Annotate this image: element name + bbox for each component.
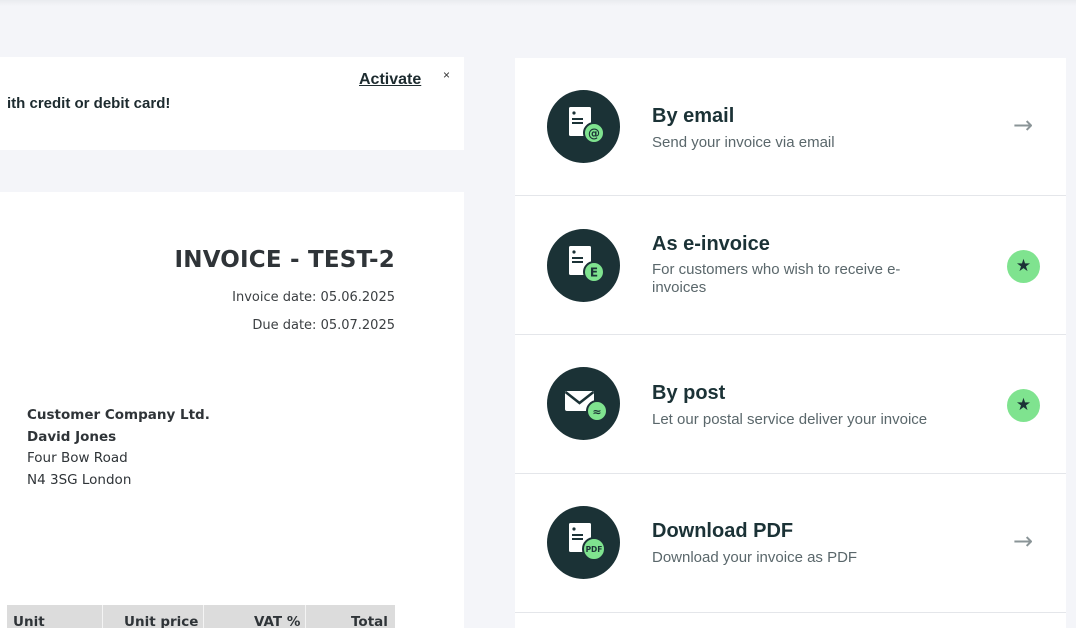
- option-badge-text: ≈: [592, 406, 601, 419]
- activate-link[interactable]: Activate: [359, 71, 421, 89]
- customer-address: Customer Company Ltd. David Jones Four B…: [27, 405, 210, 491]
- customer-contact: David Jones: [27, 428, 117, 445]
- star-badge-icon: ★: [1007, 250, 1040, 283]
- option-badge-text: E: [590, 266, 598, 280]
- column-divider: [203, 605, 204, 628]
- option-title: By post: [652, 382, 726, 404]
- pdf-document-icon: PDF: [547, 506, 620, 579]
- column-header-unit: Unit: [13, 614, 45, 628]
- customer-company: Customer Company Ltd.: [27, 407, 210, 423]
- banner-close-icon[interactable]: ×: [443, 68, 450, 82]
- send-options-panel: @ By email Send your invoice via email →…: [515, 58, 1066, 628]
- customer-city: N4 3SG London: [27, 471, 132, 488]
- envelope-icon: ≈: [547, 367, 620, 440]
- top-divider: [0, 0, 1076, 6]
- invoice-date: Invoice date: 05.06.2025: [232, 290, 395, 305]
- option-title: As e-invoice: [652, 233, 770, 255]
- column-header-total: Total: [351, 614, 388, 628]
- option-by-post[interactable]: ≈ By post Let our postal service deliver…: [515, 336, 1066, 474]
- option-badge-text: PDF: [586, 545, 603, 554]
- e-invoice-document-icon: E: [547, 229, 620, 302]
- option-description: Send your invoice via email: [652, 134, 835, 151]
- invoice-table-header: Unit Unit price VAT % Total: [7, 605, 395, 628]
- column-divider: [102, 605, 103, 628]
- option-by-email[interactable]: @ By email Send your invoice via email →: [515, 58, 1066, 196]
- column-header-unit-price: Unit price: [124, 614, 199, 628]
- option-description: Download your invoice as PDF: [652, 549, 858, 566]
- customer-street: Four Bow Road: [27, 450, 128, 466]
- column-divider: [305, 605, 306, 628]
- option-download-pdf[interactable]: PDF Download PDF Download your invoice a…: [515, 475, 1066, 613]
- option-title: Download PDF: [652, 520, 794, 542]
- option-description: For customers who wish to receive e-invo…: [652, 261, 901, 296]
- arrow-right-icon: →: [1013, 111, 1034, 139]
- email-document-icon: @: [547, 90, 620, 163]
- option-e-invoice[interactable]: E As e-invoice For customers who wish to…: [515, 197, 1066, 335]
- due-date: Due date: 05.07.2025: [252, 318, 395, 333]
- option-description: Let our postal service deliver your invo…: [652, 411, 928, 428]
- option-badge-text: @: [588, 127, 600, 141]
- invoice-title: INVOICE - TEST-2: [174, 247, 395, 273]
- invoice-preview: INVOICE - TEST-2 Invoice date: 05.06.202…: [0, 192, 464, 628]
- option-title: By email: [652, 105, 735, 127]
- column-header-vat: VAT %: [254, 614, 301, 628]
- arrow-right-icon: →: [1013, 527, 1034, 555]
- star-badge-icon: ★: [1007, 389, 1040, 422]
- banner-message: ith credit or debit card!: [7, 95, 171, 112]
